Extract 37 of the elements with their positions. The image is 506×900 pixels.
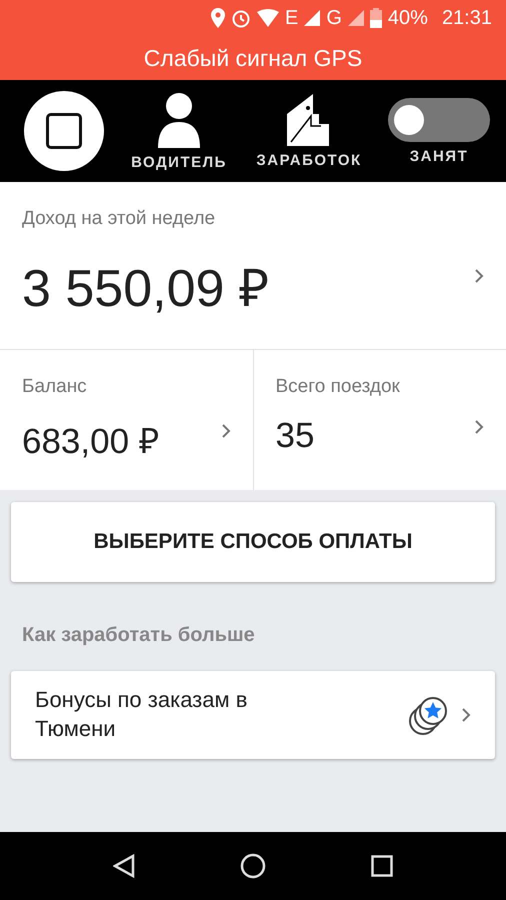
signal-icon — [348, 10, 364, 26]
clock: 21:31 — [442, 6, 492, 30]
chevron-right-icon — [461, 707, 471, 723]
battery-icon — [370, 8, 382, 28]
wallet-icon — [287, 94, 331, 146]
network-type: G — [326, 6, 342, 30]
section-title: Как заработать больше — [22, 624, 256, 647]
busy-toggle[interactable] — [388, 98, 490, 142]
earnings-tab[interactable]: ЗАРАБОТОК — [254, 94, 364, 168]
bonus-card[interactable]: Бонусы по заказам в Тюмени — [11, 671, 495, 759]
back-button[interactable] — [112, 854, 135, 878]
alarm-icon — [231, 8, 251, 28]
home-button[interactable] — [240, 853, 266, 879]
gps-warning-banner: Слабый сигнал GPS — [0, 36, 506, 80]
stat-label: Баланс — [22, 376, 88, 398]
location-icon — [211, 8, 225, 28]
chevron-right-icon — [220, 422, 230, 438]
weekly-income-card[interactable]: Доход на этой неделе 3 550,09 ₽ — [0, 182, 506, 350]
stat-value: 35 — [276, 416, 314, 456]
payment-method-button[interactable]: ВЫБЕРИТЕ СПОСОБ ОПЛАТЫ — [11, 502, 495, 582]
chevron-right-icon — [474, 419, 484, 435]
income-label: Доход на этой неделе — [22, 208, 216, 230]
signal-icon — [304, 10, 320, 26]
stat-panel[interactable]: Баланс 683,00 ₽ — [0, 350, 252, 490]
toggle-label: ЗАНЯТ — [410, 148, 468, 164]
stat-label: Всего поездок — [276, 376, 401, 398]
network-type: E — [285, 6, 298, 30]
wifi-icon — [257, 9, 279, 27]
stat-panel[interactable]: Всего поездок 35 — [252, 350, 506, 490]
bonus-text: Бонусы по заказам в Тюмени — [35, 686, 248, 743]
chevron-right-icon — [474, 268, 484, 284]
person-icon — [156, 92, 202, 148]
income-amount: 3 550,09 ₽ — [22, 259, 269, 320]
driver-tab[interactable]: ВОДИТЕЛЬ — [124, 92, 234, 170]
battery-level: 40% — [388, 6, 428, 30]
recents-button[interactable] — [371, 855, 394, 877]
stat-value: 683,00 ₽ — [22, 421, 159, 463]
